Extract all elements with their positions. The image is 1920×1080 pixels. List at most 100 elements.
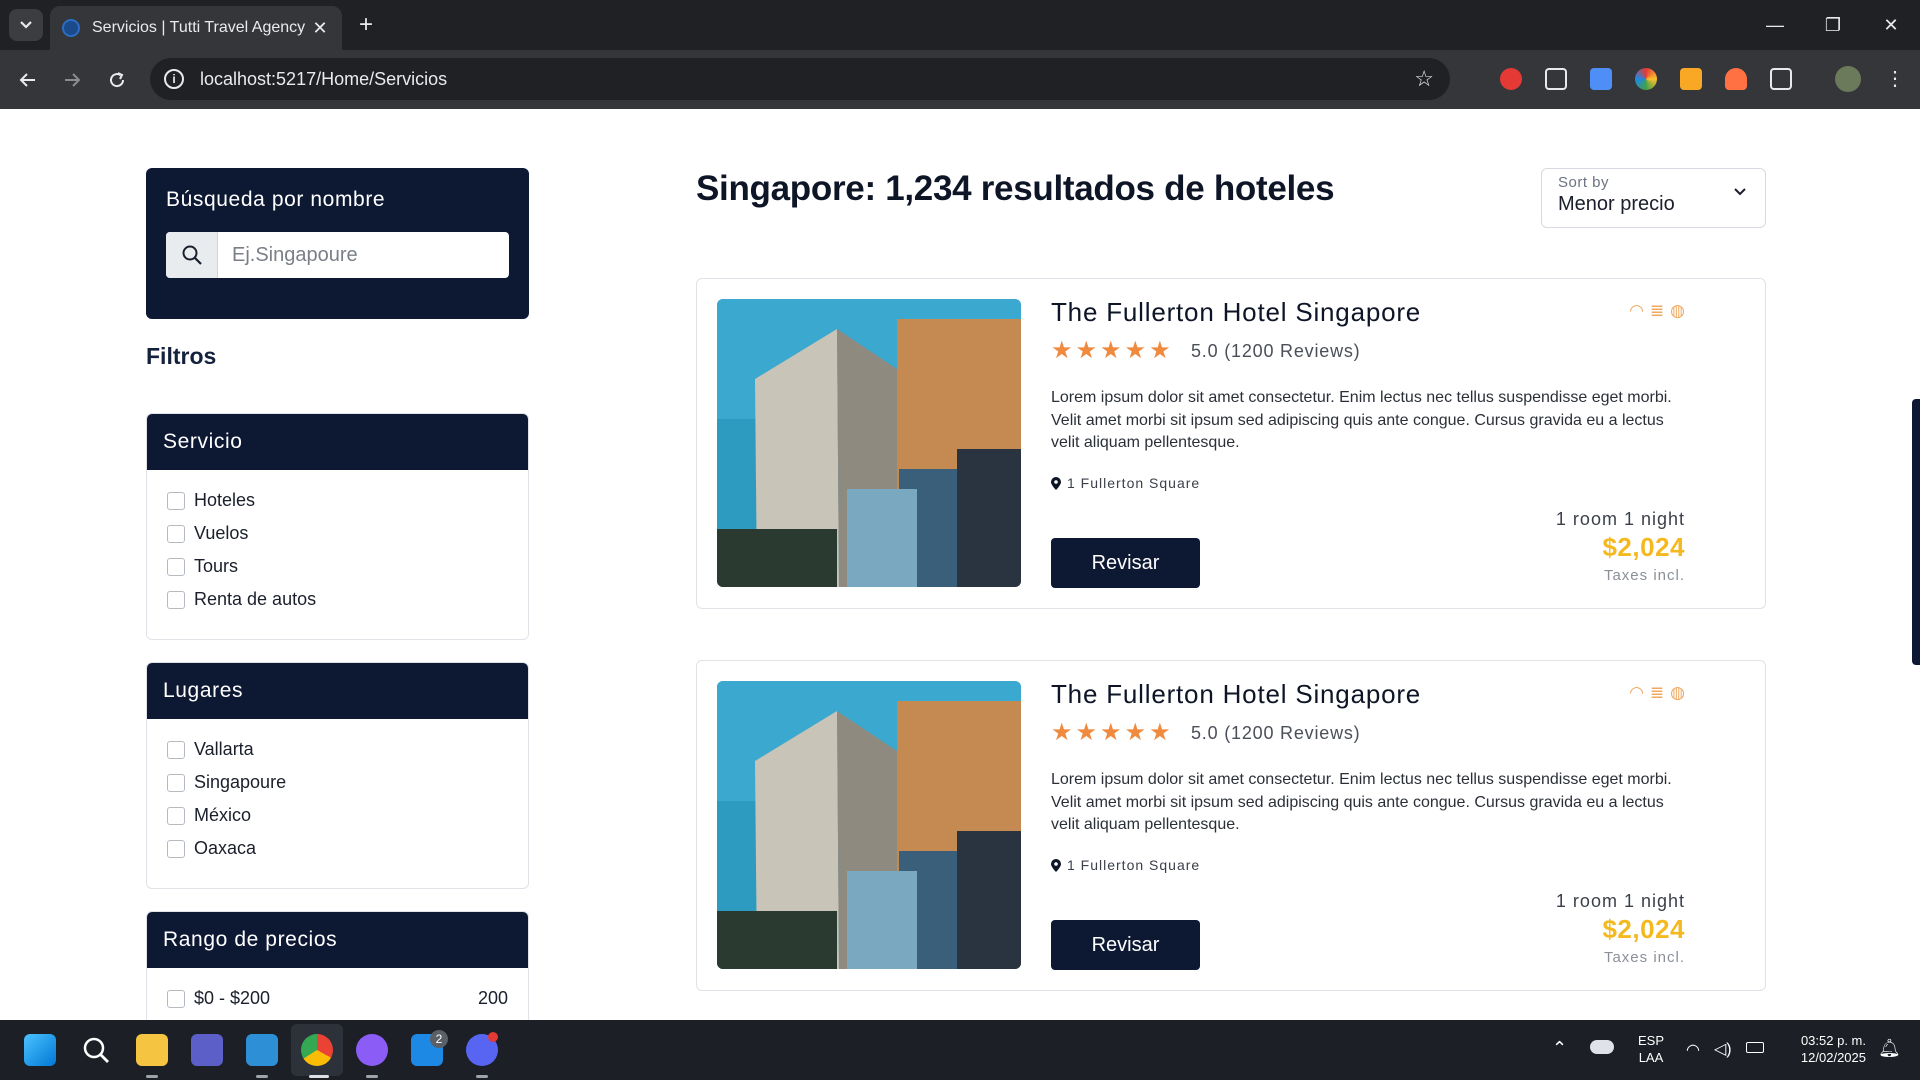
price: $2,024 [1602, 914, 1685, 944]
checkbox[interactable] [167, 557, 185, 576]
hotel-card: The Fullerton Hotel Singapore ◠ ≣ ◍ ★ ★ … [696, 278, 1766, 609]
scrollbar-thumb[interactable] [1912, 399, 1920, 665]
review-button[interactable]: Revisar [1051, 920, 1200, 970]
filter-precios-title: Rango de precios [147, 912, 528, 968]
running-indicator [146, 1075, 158, 1078]
filter-precios: Rango de precios $0 - $200 200 [146, 911, 529, 1020]
close-window-button[interactable]: ✕ [1862, 0, 1920, 50]
filter-option[interactable]: Singapoure [167, 766, 508, 799]
close-icon[interactable]: ✕ [310, 18, 330, 38]
checkbox[interactable] [167, 839, 185, 858]
filter-option[interactable]: Tours [167, 550, 508, 583]
search-input[interactable] [218, 243, 498, 267]
heating-icon: ≣ [1649, 683, 1665, 702]
hotel-image[interactable] [717, 299, 1021, 587]
minimize-button[interactable]: — [1746, 0, 1804, 50]
tab-search-button[interactable] [9, 9, 43, 41]
address-bar[interactable]: i localhost:5217/Home/Servicios ☆ [150, 58, 1450, 100]
checkbox[interactable] [167, 989, 185, 1008]
filter-option[interactable]: México [167, 799, 508, 832]
review-button[interactable]: Revisar [1051, 538, 1200, 588]
windows-start-icon[interactable] [24, 1034, 56, 1066]
sort-label: Sort by [1558, 174, 1610, 191]
active-indicator [309, 1075, 329, 1078]
yellow-extension-icon[interactable] [1680, 68, 1702, 90]
more-menu-icon[interactable]: ⋮ [1884, 68, 1906, 90]
chevron-up-icon[interactable]: ⌃ [1552, 1038, 1567, 1059]
chrome-icon[interactable] [301, 1034, 333, 1066]
puzzle-icon[interactable] [1770, 68, 1792, 90]
filter-lugares: Lugares Vallarta Singapoure México Oaxac… [146, 662, 529, 889]
clock[interactable]: 03:52 p. m. 12/02/2025 [1780, 1032, 1866, 1066]
browser-tab-active[interactable]: Servicios | Tutti Travel Agency ✕ [50, 6, 342, 50]
volume-icon[interactable]: ◁) [1714, 1039, 1732, 1059]
star-icon: ★ [1149, 337, 1171, 364]
filter-option[interactable]: Hoteles [167, 484, 508, 517]
search-icon[interactable] [80, 1034, 112, 1066]
sort-dropdown[interactable]: Sort by Menor precio [1541, 168, 1766, 228]
hotel-name[interactable]: The Fullerton Hotel Singapore [1051, 679, 1421, 710]
hotel-name[interactable]: The Fullerton Hotel Singapore [1051, 297, 1421, 328]
star-icon: ★ [1100, 719, 1122, 746]
back-button[interactable] [12, 64, 44, 96]
screen-extension-icon[interactable] [1545, 68, 1567, 90]
option-label: Renta de autos [194, 589, 317, 609]
filter-option[interactable]: Vallarta [167, 733, 508, 766]
hotel-image[interactable] [717, 681, 1021, 969]
star-icon: ★ [1149, 719, 1171, 746]
checkbox[interactable] [167, 491, 185, 510]
avatar[interactable] [1835, 66, 1861, 92]
bookmark-star-icon[interactable]: ☆ [1414, 66, 1434, 92]
search-panel: Búsqueda por nombre [146, 168, 529, 319]
rating-text: 5.0 (1200 Reviews) [1191, 341, 1361, 361]
site-info-icon[interactable]: i [164, 69, 184, 89]
option-label: México [194, 805, 252, 825]
chevron-down-icon [1734, 188, 1746, 196]
filter-option[interactable]: Oaxaca [167, 832, 508, 865]
filter-option[interactable]: $0 - $200 200 [167, 982, 508, 1015]
option-label: Oaxaca [194, 838, 257, 858]
lang-line2: LAA [1638, 1050, 1664, 1065]
adblock-extension-icon[interactable] [1500, 68, 1522, 90]
bell-icon[interactable]: 🔔︎ [1878, 1038, 1901, 1059]
restore-button[interactable]: ❐ [1804, 0, 1862, 50]
forward-button[interactable] [56, 64, 88, 96]
heating-icon: ≣ [1649, 301, 1665, 320]
filter-servicio: Servicio Hoteles Vuelos Tours Renta de a… [146, 413, 529, 640]
battery-icon[interactable] [1746, 1042, 1764, 1053]
color-extension-icon[interactable] [1635, 68, 1657, 90]
checkbox[interactable] [167, 590, 185, 609]
orange-extension-icon[interactable] [1725, 68, 1747, 90]
star-icon: ★ [1124, 719, 1147, 746]
filter-option[interactable]: Vuelos [167, 517, 508, 550]
checkbox[interactable] [167, 524, 185, 543]
filter-option[interactable]: Renta de autos [167, 583, 508, 616]
new-tab-button[interactable]: + [352, 11, 380, 39]
search-box [166, 232, 509, 278]
teams-icon[interactable] [191, 1034, 223, 1066]
address-text: 1 Fullerton Square [1067, 857, 1201, 873]
chevron-down-icon [20, 21, 32, 29]
browser-toolbar: i localhost:5217/Home/Servicios ☆ ⋮ [0, 50, 1920, 109]
github-desktop-icon[interactable] [356, 1034, 388, 1066]
wifi-icon[interactable]: ◠ [1686, 1040, 1700, 1060]
file-explorer-icon[interactable] [136, 1034, 168, 1066]
cloud-icon[interactable] [1590, 1040, 1614, 1054]
search-icon[interactable] [166, 232, 218, 278]
running-indicator [366, 1075, 378, 1078]
filter-servicio-title: Servicio [147, 414, 528, 470]
pool-icon: ◍ [1670, 301, 1685, 320]
docs-extension-icon[interactable] [1590, 68, 1612, 90]
hotel-description: Lorem ipsum dolor sit amet consectetur. … [1051, 771, 1672, 833]
checkbox[interactable] [167, 740, 185, 759]
checkbox[interactable] [167, 806, 185, 825]
language-indicator[interactable]: ESP LAA [1634, 1032, 1668, 1066]
address-text: 1 Fullerton Square [1067, 475, 1201, 491]
option-label: Tours [194, 556, 239, 576]
checkbox[interactable] [167, 773, 185, 792]
amenities: ◠ ≣ ◍ [1629, 683, 1685, 703]
reload-button[interactable] [101, 64, 133, 96]
star-icon: ★ [1100, 337, 1122, 364]
vscode-icon[interactable] [246, 1034, 278, 1066]
wifi-icon: ◠ [1629, 301, 1644, 320]
